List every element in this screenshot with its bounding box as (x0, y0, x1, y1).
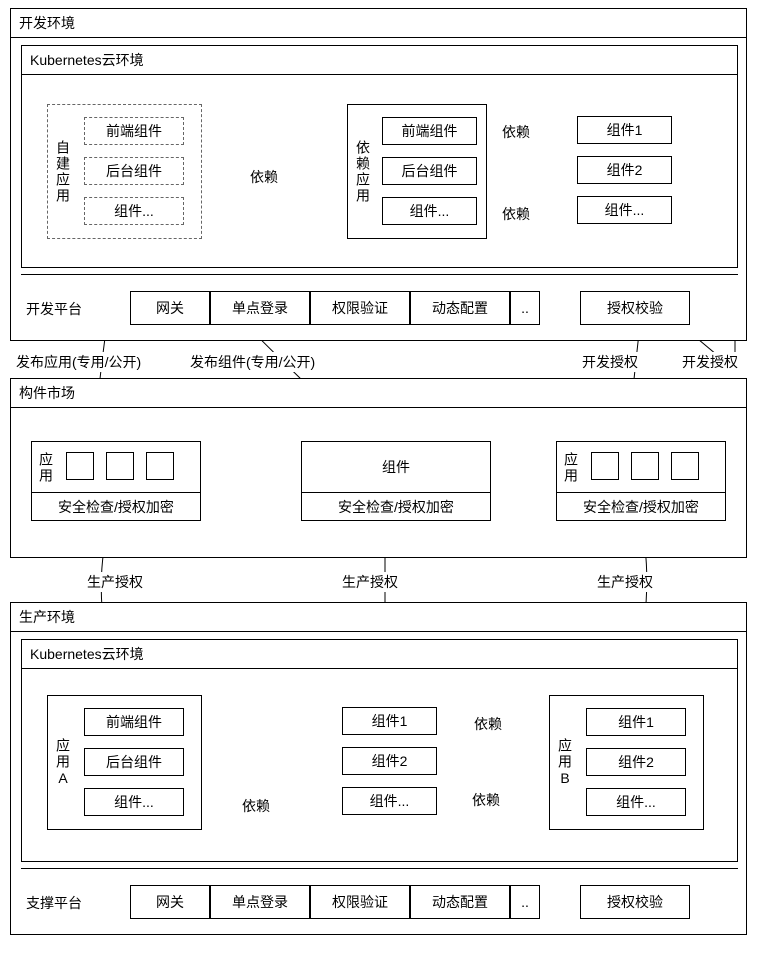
dev-platform-item: 授权校验 (580, 291, 690, 325)
publish-comp-label: 发布组件(专用/公开) (188, 352, 317, 372)
market-app-slot (106, 452, 134, 480)
dep-app-box: 依赖应用 前端组件 后台组件 组件... (347, 104, 487, 239)
self-app-item: 组件... (84, 197, 184, 225)
market-component-label: 组件 (302, 442, 490, 492)
dev-platform-item: 单点登录 (210, 291, 310, 325)
prod-platform-item: 动态配置 (410, 885, 510, 919)
dev-k8s-container: Kubernetes云环境 自建应用 前端组件 后台组件 组件... 依赖应用 … (21, 45, 738, 268)
market-security-label: 安全检查/授权加密 (32, 492, 200, 520)
market-app-slot (591, 452, 619, 480)
dep-app-item: 后台组件 (382, 157, 477, 185)
dev-platform-item: 网关 (130, 291, 210, 325)
market-component: 组件 安全检查/授权加密 (301, 441, 491, 521)
prod-app-b-box: 应用B 组件1 组件2 组件... (549, 695, 704, 830)
dev-k8s-title: Kubernetes云环境 (22, 46, 737, 75)
prod-auth-label: 生产授权 (340, 572, 400, 592)
prod-app-b-item: 组件2 (586, 748, 686, 776)
dev-auth-label: 开发授权 (680, 352, 740, 372)
prod-env-title: 生产环境 (11, 603, 746, 632)
dep-app-item: 前端组件 (382, 117, 477, 145)
prod-app-a-label: 应用A (52, 706, 74, 819)
dep-edge-label: 依赖 (470, 790, 502, 810)
dev-auth-label: 开发授权 (580, 352, 640, 372)
dep-right-item: 组件1 (577, 116, 672, 144)
dev-platform-item: .. (510, 291, 540, 325)
market-security-label: 安全检查/授权加密 (557, 492, 725, 520)
prod-middle-item: 组件2 (342, 747, 437, 775)
prod-k8s-title: Kubernetes云环境 (22, 640, 737, 669)
dep-edge-label: 依赖 (248, 167, 280, 187)
prod-auth-label: 生产授权 (595, 572, 655, 592)
prod-app-a-item: 组件... (84, 788, 184, 816)
self-app-item: 前端组件 (84, 117, 184, 145)
prod-app-b-item: 组件1 (586, 708, 686, 736)
diagram-canvas: 开发环境 Kubernetes云环境 自建应用 前端组件 后台组件 组件... … (0, 0, 757, 979)
prod-platform-item: .. (510, 885, 540, 919)
dep-right-item: 组件... (577, 196, 672, 224)
prod-platform-item: 网关 (130, 885, 210, 919)
dev-platform-item: 权限验证 (310, 291, 410, 325)
dep-app-item: 组件... (382, 197, 477, 225)
market-app-left: 应用 安全检查/授权加密 (31, 441, 201, 521)
prod-middle-item: 组件... (342, 787, 437, 815)
dev-platform-item: 动态配置 (410, 291, 510, 325)
prod-platform-item: 单点登录 (210, 885, 310, 919)
market-title: 构件市场 (11, 379, 746, 408)
market-container: 构件市场 应用 安全检查/授权加密 组件 安全检查/授权加密 应用 安全检查/授… (10, 378, 747, 558)
prod-app-a-item: 后台组件 (84, 748, 184, 776)
self-app-item: 后台组件 (84, 157, 184, 185)
prod-app-a-box: 应用A 前端组件 后台组件 组件... (47, 695, 202, 830)
self-app-label: 自建应用 (52, 115, 74, 228)
publish-app-label: 发布应用(专用/公开) (14, 352, 143, 372)
dep-app-label: 依赖应用 (352, 115, 374, 228)
prod-k8s-container: Kubernetes云环境 应用A 前端组件 后台组件 组件... 组件1 组件… (21, 639, 738, 862)
dev-env-title: 开发环境 (11, 9, 746, 38)
market-security-label: 安全检查/授权加密 (302, 492, 490, 520)
market-app-right: 应用 安全检查/授权加密 (556, 441, 726, 521)
dep-edge-label: 依赖 (240, 796, 272, 816)
self-app-box: 自建应用 前端组件 后台组件 组件... (47, 104, 202, 239)
market-app-slot (146, 452, 174, 480)
prod-app-b-label: 应用B (554, 706, 576, 819)
prod-middle-item: 组件1 (342, 707, 437, 735)
prod-app-b-item: 组件... (586, 788, 686, 816)
prod-platform-label: 支撑平台 (24, 893, 84, 913)
dep-edge-label: 依赖 (500, 204, 532, 224)
prod-platform-item: 权限验证 (310, 885, 410, 919)
dev-platform-label: 开发平台 (24, 299, 84, 319)
market-app-slot (671, 452, 699, 480)
market-app-slot (631, 452, 659, 480)
market-app-left-label: 应用 (36, 448, 56, 488)
dep-edge-label: 依赖 (500, 122, 532, 142)
prod-auth-label: 生产授权 (85, 572, 145, 592)
market-app-right-label: 应用 (561, 448, 581, 488)
dep-right-item: 组件2 (577, 156, 672, 184)
dep-edge-label: 依赖 (472, 714, 504, 734)
market-app-slot (66, 452, 94, 480)
prod-platform-item: 授权校验 (580, 885, 690, 919)
prod-app-a-item: 前端组件 (84, 708, 184, 736)
